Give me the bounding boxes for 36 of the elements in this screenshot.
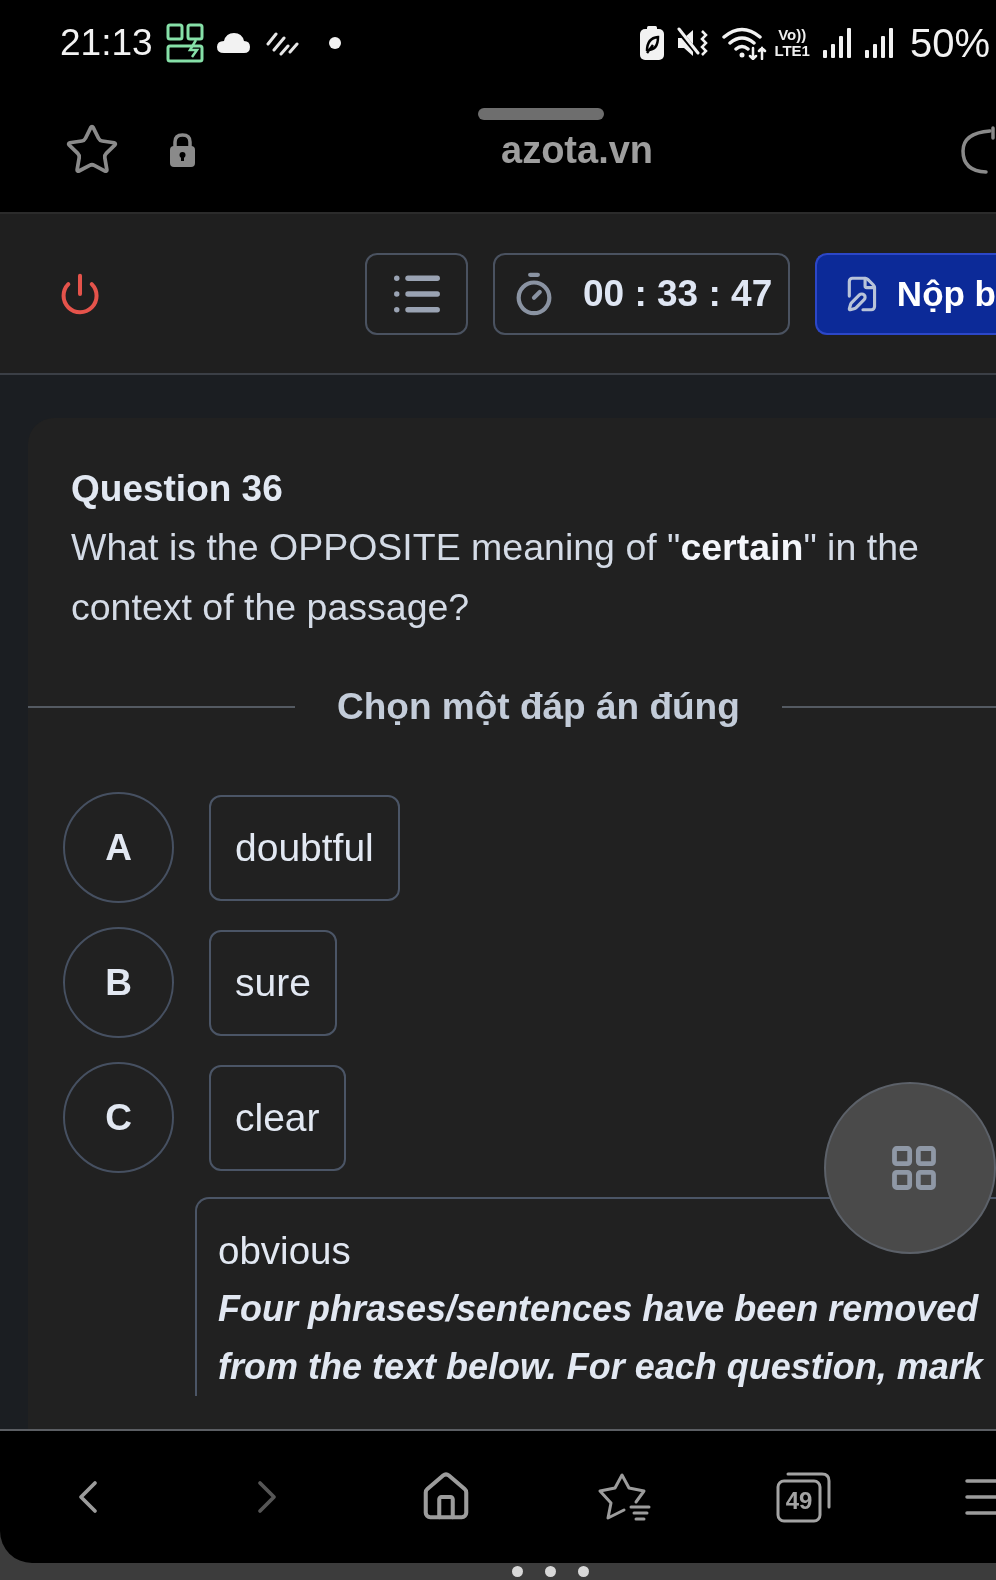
submit-button[interactable]: Nộp b bbox=[815, 252, 996, 335]
passage-instructions: Four phrases/sentences have been removed from the text below. For each question, mark bbox=[218, 1287, 985, 1389]
page-dot-icon bbox=[577, 1566, 589, 1577]
data-activity-icon bbox=[265, 30, 299, 56]
answer-option[interactable]: sure bbox=[209, 929, 337, 1036]
widget-icon bbox=[165, 23, 204, 63]
clock-time: 21:13 bbox=[60, 23, 153, 63]
signal-icon bbox=[863, 28, 894, 58]
option-letter-button[interactable]: B bbox=[63, 927, 174, 1038]
url-text[interactable]: azota.vn bbox=[501, 128, 654, 172]
question-text: What is the OPPOSITE meaning of "certain" in the context of the passage? bbox=[71, 525, 920, 630]
volte-indicator: Vo)) LTE1 bbox=[774, 27, 810, 59]
answer-option[interactable]: doubtful bbox=[209, 794, 400, 901]
question-list-button[interactable] bbox=[365, 252, 468, 335]
tabs-icon bbox=[776, 1470, 832, 1524]
page-dot-icon bbox=[511, 1566, 523, 1577]
page-dot-icon bbox=[544, 1566, 556, 1577]
lock-icon bbox=[169, 133, 196, 167]
notification-dot-icon bbox=[328, 37, 341, 49]
star-list-icon bbox=[598, 1472, 652, 1522]
tabs-button[interactable]: 49 bbox=[776, 1470, 832, 1524]
answer-option[interactable]: clear bbox=[209, 1064, 346, 1171]
question-title: Question 36 bbox=[71, 467, 284, 511]
battery-percentage: 50% bbox=[909, 21, 990, 65]
refresh-icon bbox=[960, 124, 996, 176]
drag-handle[interactable] bbox=[478, 108, 604, 120]
timer-text: 00 : 33 : 47 bbox=[583, 272, 773, 315]
battery-saver-icon bbox=[640, 26, 665, 60]
answer-instruction: Chọn một đáp án đúng bbox=[337, 685, 740, 729]
option-letter-button[interactable]: A bbox=[63, 792, 174, 903]
cloud-icon bbox=[215, 32, 251, 54]
option-letter-button[interactable]: C bbox=[63, 1062, 174, 1173]
refresh-button[interactable] bbox=[960, 124, 996, 176]
wifi-icon bbox=[722, 26, 769, 60]
signal-icon bbox=[821, 28, 852, 58]
answer-text: obvious bbox=[218, 1228, 352, 1274]
